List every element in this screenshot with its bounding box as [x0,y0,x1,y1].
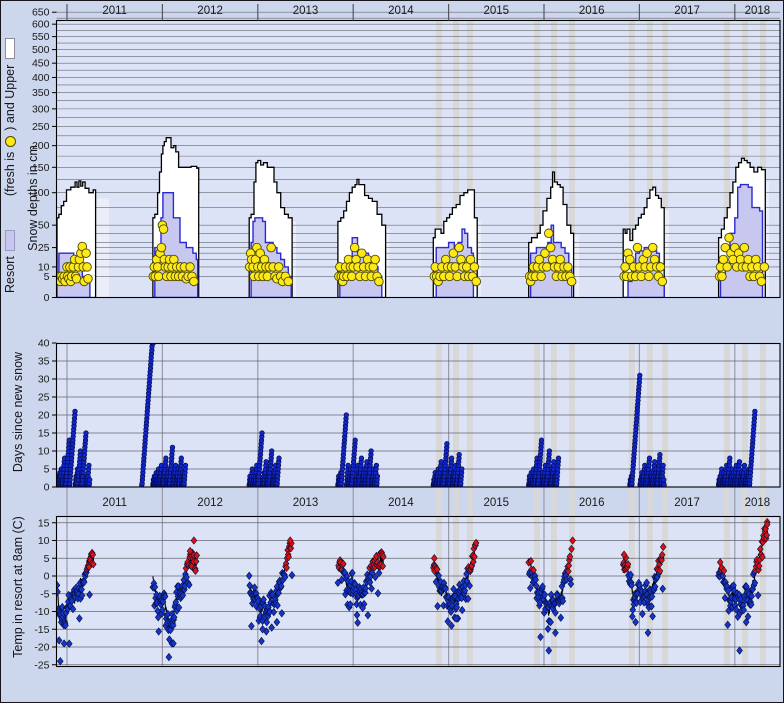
svg-text:2018: 2018 [745,5,771,17]
svg-text:-20: -20 [34,642,49,654]
days-yaxis: 0 5 10 15 20 25 30 35 40 [38,338,57,494]
svg-text:2017: 2017 [674,497,700,509]
svg-text:2017: 2017 [674,5,700,17]
svg-text:-15: -15 [34,624,49,636]
fresh-snow-dot-icon [5,136,16,147]
svg-text:-25: -25 [34,659,49,671]
svg-text:2011: 2011 [102,5,127,17]
svg-text:2018: 2018 [745,497,771,509]
svg-text:10: 10 [38,446,50,458]
svg-text:2014: 2014 [388,5,414,17]
svg-text:0: 0 [44,571,50,583]
svg-text:5: 5 [44,464,50,476]
svg-text:-5: -5 [40,588,49,600]
svg-text:2013: 2013 [293,497,319,509]
svg-text:2016: 2016 [579,5,605,17]
legend-resort-label: Resort [3,256,17,293]
temp-ylabel: Temp in resort at 8am (C) [11,508,25,666]
legend-upper-label: ) and Upper [3,65,17,131]
days-ylabel: Days since new snow [11,341,25,483]
svg-text:5: 5 [44,553,50,565]
svg-text:2015: 2015 [484,5,510,17]
svg-text:0: 0 [44,292,50,304]
svg-text:15: 15 [38,517,50,529]
svg-text:500: 500 [32,44,50,56]
svg-text:2012: 2012 [197,5,223,17]
upper-swatch-icon [5,38,15,59]
svg-text:2011: 2011 [102,497,127,509]
snow-history-chart: 2011201220132014201520162017201820112012… [0,0,784,703]
svg-text:-10: -10 [34,606,49,618]
snow-ylabel: Snow depths in cm [26,92,40,304]
svg-text:600: 600 [32,19,50,31]
svg-text:2012: 2012 [197,497,223,509]
svg-text:2016: 2016 [579,497,605,509]
svg-text:2013: 2013 [293,5,319,17]
svg-text:10: 10 [38,535,50,547]
svg-text:2014: 2014 [388,497,414,509]
svg-text:15: 15 [38,428,50,440]
svg-text:40: 40 [38,338,50,350]
svg-text:2015: 2015 [484,497,510,509]
svg-text:650: 650 [32,7,50,19]
svg-text:25: 25 [38,392,50,404]
temp-yaxis: -25 -20 -15 -10 -5 0 5 10 15 [34,517,56,671]
snow-axis-legend: Resort (fresh is ) and Upper [3,21,17,293]
svg-text:550: 550 [32,31,50,43]
svg-text:450: 450 [32,58,50,70]
svg-text:20: 20 [38,410,50,422]
resort-swatch-icon [5,230,15,251]
svg-text:0: 0 [44,482,50,494]
legend-fresh-label-pre: (fresh is [3,152,17,196]
svg-text:400: 400 [32,72,50,84]
svg-text:30: 30 [38,374,50,386]
svg-text:35: 35 [38,356,50,368]
chart-canvas: 2011201220132014201520162017201820112012… [1,1,783,702]
